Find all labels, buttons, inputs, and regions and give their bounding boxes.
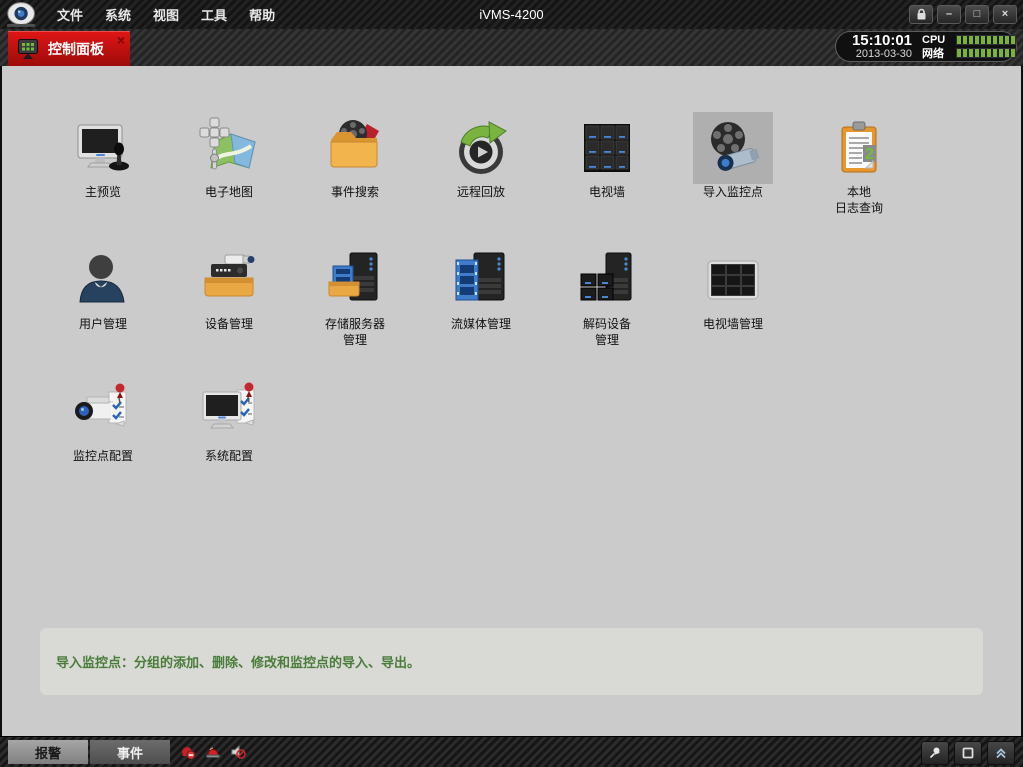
- grid-item-storage-server-management[interactable]: 存储服务器 管理: [292, 244, 418, 376]
- network-label: 网络: [922, 45, 956, 61]
- grid-item-label: 流媒体管理: [451, 316, 511, 332]
- tab-control-panel[interactable]: 控制面板 ×: [8, 31, 130, 66]
- audio-off-icon[interactable]: [230, 744, 246, 765]
- clock-time: 15:10:01: [842, 34, 912, 48]
- clock-date: 2013-03-30: [842, 48, 912, 60]
- tab-close-icon[interactable]: ×: [117, 33, 125, 47]
- playback-green-arrow-icon: [441, 112, 521, 184]
- grid-item-label: 系统配置: [205, 448, 253, 464]
- screen-grid-icon: [693, 244, 773, 316]
- grid-item-remote-playback[interactable]: 远程回放: [418, 112, 544, 244]
- svg-text:2: 2: [865, 146, 874, 163]
- module-description-panel: 导入监控点：分组的添加、删除、修改和监控点的导入、导出。: [40, 628, 983, 695]
- grid-item-import-camera[interactable]: 导入监控点: [670, 112, 796, 244]
- lock-button[interactable]: [909, 5, 933, 24]
- alarm-clear-icon[interactable]: [180, 744, 196, 765]
- grid-item-label: 导入监控点: [703, 184, 763, 200]
- collapse-up-icon: [994, 746, 1008, 760]
- grid-item-main-preview[interactable]: 主预览: [40, 112, 166, 244]
- camera-checklist-pin-icon: [63, 376, 143, 448]
- menu-system[interactable]: 系统: [94, 5, 142, 24]
- tab-label: 控制面板: [48, 39, 104, 59]
- event-tab[interactable]: 事件: [90, 740, 170, 764]
- grid-item-label: 事件搜索: [331, 184, 379, 200]
- control-panel-icon: [16, 37, 40, 61]
- grid-item-user-management[interactable]: 用户管理: [40, 244, 166, 376]
- grid-item-label: 电视墙: [589, 184, 625, 200]
- grid-item-label: 远程回放: [457, 184, 505, 200]
- grid-item-label: 监控点配置: [73, 448, 133, 464]
- clock-status-pill: 15:10:01 2013-03-30 CPU 网络: [835, 31, 1017, 62]
- grid-item-label: 用户管理: [79, 316, 127, 332]
- pin-button[interactable]: [921, 741, 949, 765]
- screen-wall-icon: [567, 112, 647, 184]
- grid-spacer: [796, 244, 922, 376]
- minimize-button[interactable]: –: [937, 5, 961, 24]
- module-description-text: 导入监控点：分组的添加、删除、修改和监控点的导入、导出。: [56, 652, 420, 671]
- monitor-joystick-icon: [63, 112, 143, 184]
- camera-logo-icon: [0, 1, 46, 29]
- cpu-usage-bar: [956, 35, 1016, 45]
- grid-item-label-line2: 日志查询: [835, 200, 883, 216]
- grid-item-device-management[interactable]: 设备管理: [166, 244, 292, 376]
- drawer-device-icon: [189, 244, 269, 316]
- window-controls: – □ ×: [909, 5, 1017, 24]
- maximize-button[interactable]: □: [965, 5, 989, 24]
- grid-item-label: 电视墙管理: [703, 316, 763, 332]
- alarm-tab[interactable]: 报警: [8, 740, 88, 764]
- grid-item-label: 主预览: [85, 184, 121, 200]
- server-drawers-icon: [567, 244, 647, 316]
- tab-bar: 控制面板 × 15:10:01 2013-03-30 CPU 网络: [0, 29, 1023, 67]
- status-bar: 报警 事件: [0, 736, 1023, 767]
- person-icon: [63, 244, 143, 316]
- grid-item-label: 设备管理: [205, 316, 253, 332]
- app-title: iVMS-4200: [479, 7, 543, 22]
- menu-bar: 文件 系统 视图 工具 帮助 iVMS-4200 – □ ×: [0, 0, 1023, 30]
- menu-tools[interactable]: 工具: [190, 5, 238, 24]
- grid-item-tv-wall[interactable]: 电视墙: [544, 112, 670, 244]
- grid-item-local-log-search[interactable]: 2 本地 日志查询: [796, 112, 922, 244]
- monitor-checklist-pin-icon: [189, 376, 269, 448]
- control-panel-main: 主预览: [2, 66, 1021, 737]
- grid-item-label: 存储服务器: [325, 316, 385, 332]
- map-navigation-icon: [189, 112, 269, 184]
- grid-item-system-configuration[interactable]: 系统配置: [166, 376, 292, 508]
- server-film-tray-icon: [315, 244, 395, 316]
- server-filmstrip-icon: [441, 244, 521, 316]
- module-grid: 主预览: [40, 112, 922, 508]
- menu-view[interactable]: 视图: [142, 5, 190, 24]
- restore-window-button[interactable]: [954, 741, 982, 765]
- pin-icon: [928, 746, 942, 760]
- network-usage-bar: [956, 48, 1016, 58]
- clipboard-log-icon: 2: [819, 112, 899, 184]
- grid-item-e-map[interactable]: 电子地图: [166, 112, 292, 244]
- restore-window-icon: [961, 746, 975, 760]
- lock-icon: [916, 8, 927, 21]
- close-button[interactable]: ×: [993, 5, 1017, 24]
- film-reel-camera-icon: [693, 112, 773, 184]
- menu-file[interactable]: 文件: [46, 5, 94, 24]
- grid-item-decoding-device-management[interactable]: 解码设备 管理: [544, 244, 670, 376]
- ivms-window: 文件 系统 视图 工具 帮助 iVMS-4200 – □ ×: [0, 0, 1023, 767]
- grid-item-label: 电子地图: [205, 184, 253, 200]
- grid-item-label: 本地: [847, 184, 871, 200]
- grid-item-label-line2: 管理: [343, 332, 367, 348]
- grid-item-label: 解码设备: [583, 316, 631, 332]
- menu-help[interactable]: 帮助: [238, 5, 286, 24]
- grid-item-tv-wall-management[interactable]: 电视墙管理: [670, 244, 796, 376]
- grid-item-stream-media-management[interactable]: 流媒体管理: [418, 244, 544, 376]
- alarm-siren-icon[interactable]: [205, 744, 221, 765]
- collapse-panel-button[interactable]: [987, 741, 1015, 765]
- grid-item-camera-configuration[interactable]: 监控点配置: [40, 376, 166, 508]
- grid-item-label-line2: 管理: [595, 332, 619, 348]
- grid-item-event-search[interactable]: 事件搜索: [292, 112, 418, 244]
- folder-film-reel-icon: [315, 112, 395, 184]
